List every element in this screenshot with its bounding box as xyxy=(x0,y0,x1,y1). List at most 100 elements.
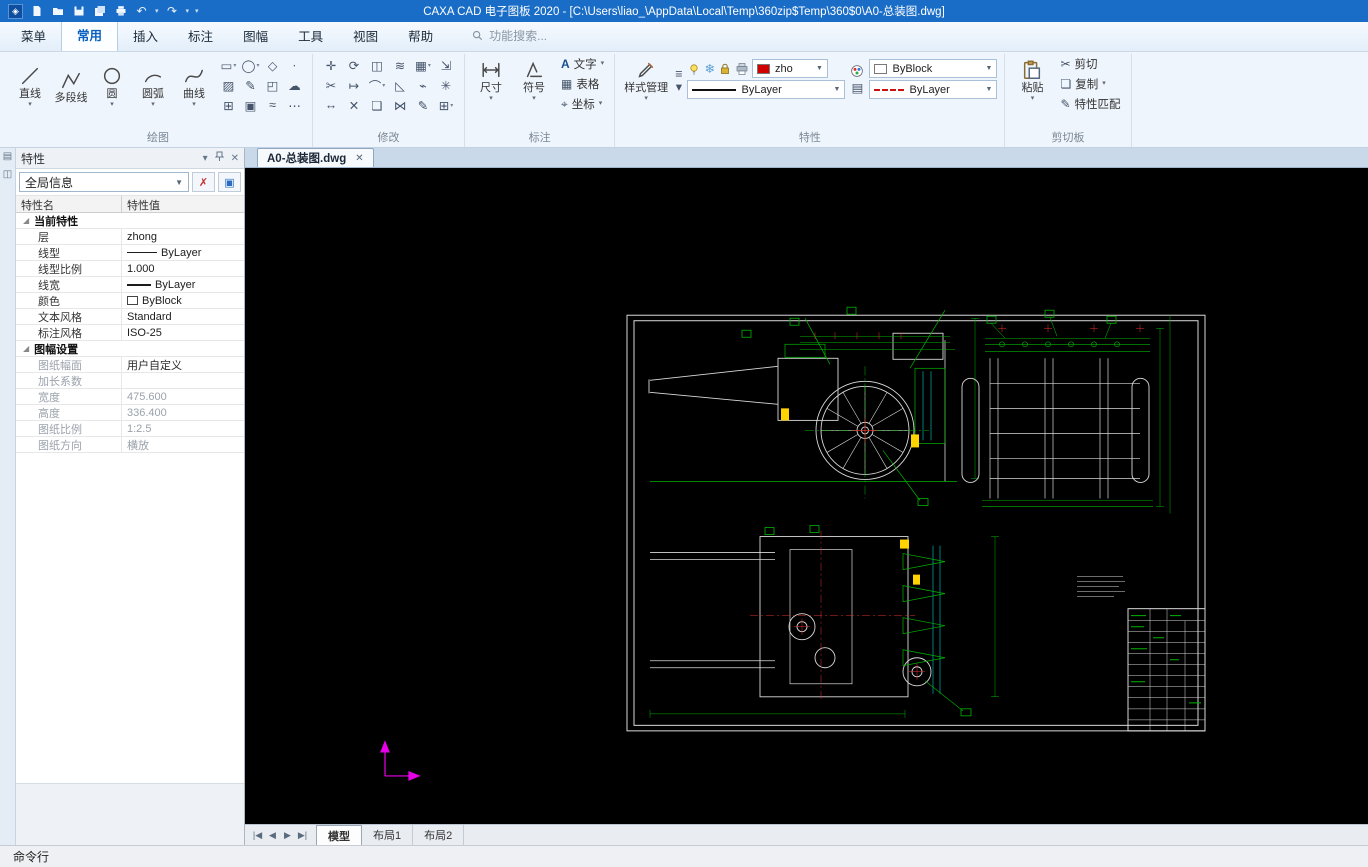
stretch-icon[interactable]: ↔ xyxy=(320,95,342,115)
pin-icon[interactable] xyxy=(214,151,224,165)
list-icon[interactable]: ≡ xyxy=(675,67,682,81)
sketch-text-icon[interactable]: ✎ xyxy=(240,75,261,95)
layer-combo[interactable]: ByLayer ▼ xyxy=(687,80,846,99)
paste-dropdown-icon[interactable]: ▾ xyxy=(1031,95,1035,103)
redo-icon[interactable]: ↷ xyxy=(165,5,180,18)
layers-icon[interactable]: ▤ xyxy=(850,80,864,95)
draw-tool-圆弧[interactable]: 圆弧 ▾ xyxy=(134,61,172,109)
break-icon[interactable]: ⌁ xyxy=(412,75,434,95)
property-group-row[interactable]: ◢ 当前特性 xyxy=(16,213,244,229)
property-row[interactable]: 图纸幅面 用户自定义 xyxy=(16,357,244,373)
property-row[interactable]: 图纸比例 1:2.5 xyxy=(16,421,244,437)
layout-tab-模型[interactable]: 模型 xyxy=(316,825,362,845)
draw-tool-曲线[interactable]: 曲线 ▾ xyxy=(175,61,213,109)
menu-tab-视图[interactable]: 视图 xyxy=(338,21,393,51)
property-row[interactable]: 线宽 ByLayer xyxy=(16,277,244,293)
table-button[interactable]: ▦ 表格 xyxy=(558,75,607,93)
layout-tab-布局2[interactable]: 布局2 xyxy=(413,825,465,845)
save-icon[interactable] xyxy=(71,5,86,18)
tab-close-icon[interactable]: ✕ xyxy=(355,153,363,164)
function-search[interactable]: 功能搜索... xyxy=(472,27,547,44)
layer-lock-icon[interactable] xyxy=(718,62,732,76)
symbol-button[interactable]: 符号 ▾ xyxy=(515,55,553,113)
scale-icon[interactable]: ⇲ xyxy=(435,55,457,75)
list-dropdown-icon[interactable]: ▾ xyxy=(675,81,682,94)
point-icon[interactable]: ∙ xyxy=(284,55,305,75)
edit-polyline-icon[interactable]: ✎ xyxy=(412,95,434,115)
byblock-combo-arrow-icon[interactable]: ▼ xyxy=(986,65,993,72)
coordinate-button[interactable]: ⌖ 坐标 ▾ xyxy=(558,95,607,113)
app-icon[interactable]: ◈ xyxy=(8,3,23,19)
layer-plot-icon[interactable] xyxy=(735,62,749,76)
scope-combo[interactable]: 全局信息 ▼ xyxy=(19,172,189,192)
dimension-dropdown-icon[interactable]: ▾ xyxy=(489,95,493,103)
linetype-combo-arrow-icon[interactable]: ▼ xyxy=(986,86,993,93)
property-row[interactable]: 线型 ByLayer xyxy=(16,245,244,261)
linetype-combo[interactable]: ByLayer ▼ xyxy=(869,80,998,99)
menu-tab-插入[interactable]: 插入 xyxy=(118,21,173,51)
dimension-button[interactable]: 尺寸 ▾ xyxy=(472,55,510,113)
menu-tab-工具[interactable]: 工具 xyxy=(283,21,338,51)
property-row[interactable]: 颜色 ByBlock xyxy=(16,293,244,309)
polygon-icon[interactable]: ◇ xyxy=(262,55,283,75)
scope-combo-arrow-icon[interactable]: ▼ xyxy=(175,178,183,187)
more-icon[interactable]: ⋯ xyxy=(284,95,305,115)
last-layout-icon[interactable]: ▶| xyxy=(295,830,310,841)
fillet-icon[interactable]: ⌒ ▾ xyxy=(366,75,388,95)
block-editor-icon[interactable]: ⊞ ▾ xyxy=(435,95,457,115)
offset-icon[interactable]: ≋ xyxy=(389,55,411,75)
collapse-icon[interactable]: ◢ xyxy=(23,344,29,353)
next-layout-icon[interactable]: ▶ xyxy=(280,830,295,841)
property-row[interactable]: 宽度 475.600 xyxy=(16,389,244,405)
undo-dropdown-icon[interactable]: ▾ xyxy=(155,7,159,15)
document-tab[interactable]: A0-总装图.dwg ✕ xyxy=(257,148,374,167)
new-file-icon[interactable] xyxy=(29,5,44,18)
open-file-icon[interactable] xyxy=(50,5,65,18)
menu-tab-常用[interactable]: 常用 xyxy=(61,19,119,51)
properties-panel-icon[interactable]: ▤ xyxy=(3,151,12,162)
trim-icon[interactable]: ✂ xyxy=(320,75,342,95)
wipeout-icon[interactable]: ◰ xyxy=(262,75,283,95)
rectangle-icon[interactable]: ▭ ▾ xyxy=(218,55,239,75)
cut-button[interactable]: ✂ 剪切 xyxy=(1057,55,1123,73)
array-icon[interactable]: ▦ ▾ xyxy=(412,55,434,75)
property-row[interactable]: 线型比例 1.000 xyxy=(16,261,244,277)
hatch-icon[interactable]: ▨ xyxy=(218,75,239,95)
erase-icon[interactable]: ✕ xyxy=(343,95,365,115)
image-icon[interactable]: ▣ xyxy=(240,95,261,115)
copy-button[interactable]: ❏ 复制 ▾ xyxy=(1057,75,1123,93)
color-palette-icon[interactable] xyxy=(850,64,864,78)
layer-freeze-icon[interactable]: ❄ xyxy=(704,61,714,76)
color-combo-arrow-icon[interactable]: ▼ xyxy=(816,65,823,72)
prev-layout-icon[interactable]: ◀ xyxy=(265,830,280,841)
explode-icon[interactable]: ✳ xyxy=(435,75,457,95)
draw-tool-直线[interactable]: 直线 ▾ xyxy=(11,61,49,109)
move-icon[interactable]: ✛ xyxy=(320,55,342,75)
redo-dropdown-icon[interactable]: ▾ xyxy=(186,7,190,15)
property-row[interactable]: 高度 336.400 xyxy=(16,405,244,421)
color-combo[interactable]: zho ▼ xyxy=(751,59,828,78)
collapse-icon[interactable]: ◢ xyxy=(23,216,29,225)
library-panel-icon[interactable]: ◫ xyxy=(3,169,12,180)
undo-icon[interactable]: ↶ xyxy=(134,5,149,18)
menu-tab-菜单[interactable]: 菜单 xyxy=(6,21,61,51)
drawing-canvas[interactable] xyxy=(245,168,1368,824)
block-icon[interactable]: ⊞ xyxy=(218,95,239,115)
property-row[interactable]: 标注风格 ISO-25 xyxy=(16,325,244,341)
select-filter-button[interactable]: ▣ xyxy=(218,172,241,192)
style-manager-dropdown-icon[interactable]: ▾ xyxy=(644,95,648,103)
menu-tab-图幅[interactable]: 图幅 xyxy=(228,21,283,51)
clear-selection-button[interactable]: ✗ xyxy=(192,172,215,192)
style-manager-button[interactable]: 样式管理 ▾ xyxy=(622,55,670,103)
command-line-label[interactable]: 命令行 xyxy=(13,848,49,865)
match-properties-button[interactable]: ✎ 特性匹配 xyxy=(1057,95,1123,113)
first-layout-icon[interactable]: |◀ xyxy=(250,830,265,841)
ellipse-icon[interactable]: ◯ ▾ xyxy=(240,55,261,75)
menu-tab-帮助[interactable]: 帮助 xyxy=(393,21,448,51)
symbol-dropdown-icon[interactable]: ▾ xyxy=(532,95,536,103)
property-row[interactable]: 图纸方向 横放 xyxy=(16,437,244,453)
property-group-row[interactable]: ◢ 图幅设置 xyxy=(16,341,244,357)
print-icon[interactable] xyxy=(113,5,128,18)
paste-button[interactable]: 粘贴 ▾ xyxy=(1012,55,1052,113)
property-row[interactable]: 文本风格 Standard xyxy=(16,309,244,325)
